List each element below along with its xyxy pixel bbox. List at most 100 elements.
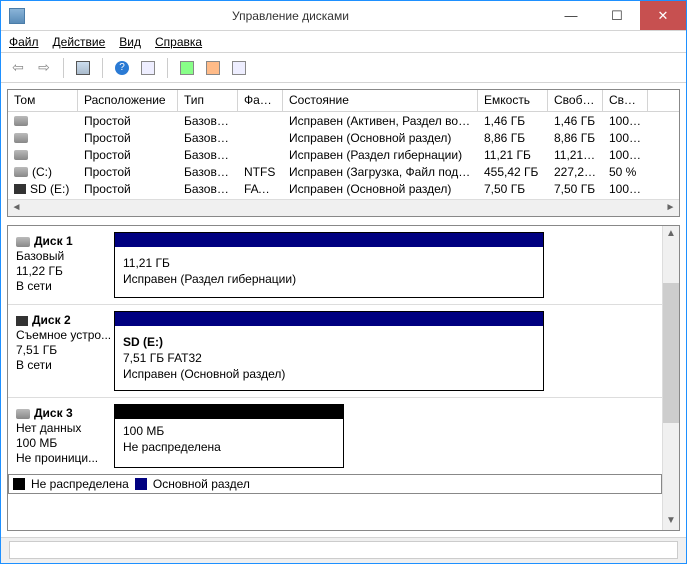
partition[interactable]: SD (E:) 7,51 ГБ FAT32 Исправен (Основной…: [114, 311, 544, 391]
sd-icon: [14, 184, 26, 194]
cell-type: Базовый: [178, 131, 238, 145]
partition[interactable]: 100 МБ Не распределена: [114, 404, 344, 468]
disk-label: Диск 2 Съемное устро... 7,51 ГБ В сети: [14, 311, 114, 391]
cell-capacity: 8,86 ГБ: [478, 131, 548, 145]
legend: Не распределена Основной раздел: [8, 474, 662, 494]
partition-title: SD (E:): [123, 334, 535, 350]
cell-layout: Простой: [78, 131, 178, 145]
partition-status: Не распределена: [123, 439, 335, 455]
forward-button[interactable]: ⇨: [33, 57, 55, 79]
disk-icon: [14, 116, 28, 126]
col-free[interactable]: Свобод...: [548, 90, 603, 111]
table-row[interactable]: (C:)ПростойБазовыйNTFSИсправен (Загрузка…: [8, 163, 679, 180]
legend-label: Не распределена: [31, 477, 129, 491]
disk-row[interactable]: Диск 3 Нет данных 100 МБ Не проиници... …: [8, 398, 662, 474]
refresh-button[interactable]: [176, 57, 198, 79]
cell-layout: Простой: [78, 182, 178, 196]
cell-freepct: 100 %: [603, 148, 648, 162]
cell-free: 8,86 ГБ: [548, 131, 603, 145]
table-row[interactable]: ПростойБазовыйИсправен (Раздел гибернаци…: [8, 146, 679, 163]
partition-status: Исправен (Раздел гибернации): [123, 271, 535, 287]
col-freepct[interactable]: Своб...: [603, 90, 648, 111]
menubar: Файл Действие Вид Справка: [1, 31, 686, 53]
disk-icon: [16, 237, 30, 247]
cell-status: Исправен (Основной раздел): [283, 131, 478, 145]
disk-map: Диск 1 Базовый 11,22 ГБ В сети 11,21 ГБ …: [7, 225, 680, 531]
menu-action[interactable]: Действие: [53, 35, 106, 49]
cell-status: Исправен (Активен, Раздел восс...: [283, 114, 478, 128]
maximize-button[interactable]: ☐: [594, 1, 640, 30]
list-button[interactable]: [228, 57, 250, 79]
cell-volume: SD (E:): [8, 182, 78, 196]
col-layout[interactable]: Расположение: [78, 90, 178, 111]
disk-icon: [16, 409, 30, 419]
sd-icon: [16, 316, 28, 326]
partition-status: Исправен (Основной раздел): [123, 366, 535, 382]
cell-capacity: 455,42 ГБ: [478, 165, 548, 179]
cell-volume: (C:): [8, 165, 78, 179]
cell-type: Базовый: [178, 114, 238, 128]
settings-button[interactable]: [202, 57, 224, 79]
cell-capacity: 1,46 ГБ: [478, 114, 548, 128]
minimize-button[interactable]: —: [548, 1, 594, 30]
cell-free: 1,46 ГБ: [548, 114, 603, 128]
cell-layout: Простой: [78, 165, 178, 179]
menu-help[interactable]: Справка: [155, 35, 202, 49]
cell-freepct: 100 %: [603, 114, 648, 128]
cell-free: 11,21 ГБ: [548, 148, 603, 162]
partition-header: [115, 405, 343, 419]
legend-swatch-unallocated: [13, 478, 25, 490]
cell-freepct: 100 %: [603, 131, 648, 145]
partition[interactable]: 11,21 ГБ Исправен (Раздел гибернации): [114, 232, 544, 298]
disk-icon: [14, 167, 28, 177]
col-type[interactable]: Тип: [178, 90, 238, 111]
view-button[interactable]: [72, 57, 94, 79]
cell-status: Исправен (Основной раздел): [283, 182, 478, 196]
close-button[interactable]: ✕: [640, 1, 686, 30]
cell-volume: [8, 114, 78, 128]
cell-layout: Простой: [78, 114, 178, 128]
table-row[interactable]: ПростойБазовый Исправен (Активен, Раздел …: [8, 112, 679, 129]
cell-capacity: 7,50 ГБ: [478, 182, 548, 196]
cell-volume: [8, 148, 78, 162]
app-icon: [9, 8, 25, 24]
disk-label: Диск 3 Нет данных 100 МБ Не проиници...: [14, 404, 114, 468]
vertical-scrollbar[interactable]: ▲ ▼: [662, 226, 679, 530]
cell-freepct: 100 %: [603, 182, 648, 196]
col-volume[interactable]: Том: [8, 90, 78, 111]
partition-size: 100 МБ: [123, 423, 335, 439]
statusbar: [1, 537, 686, 563]
cell-type: Базовый: [178, 165, 238, 179]
help-button[interactable]: ?: [111, 57, 133, 79]
legend-label: Основной раздел: [153, 477, 250, 491]
properties-button[interactable]: [137, 57, 159, 79]
toolbar: ⇦ ⇨ ?: [1, 53, 686, 83]
column-headers: Том Расположение Тип Фай... Состояние Ем…: [8, 90, 679, 112]
cell-volume: [8, 131, 78, 145]
cell-capacity: 11,21 ГБ: [478, 148, 548, 162]
horizontal-scrollbar[interactable]: ◄►: [8, 199, 679, 216]
partition-header: [115, 312, 543, 326]
menu-file[interactable]: Файл: [9, 35, 39, 49]
cell-freepct: 50 %: [603, 165, 648, 179]
disk-icon: [14, 150, 28, 160]
back-button[interactable]: ⇦: [7, 57, 29, 79]
col-filesystem[interactable]: Фай...: [238, 90, 283, 111]
table-row[interactable]: SD (E:)ПростойБазовыйFAT32Исправен (Осно…: [8, 180, 679, 197]
col-capacity[interactable]: Емкость: [478, 90, 548, 111]
cell-layout: Простой: [78, 148, 178, 162]
cell-status: Исправен (Загрузка, Файл подка...: [283, 165, 478, 179]
disk-icon: [14, 133, 28, 143]
disk-row[interactable]: Диск 2 Съемное устро... 7,51 ГБ В сети S…: [8, 305, 662, 398]
table-row[interactable]: ПростойБазовый Исправен (Основной раздел)…: [8, 129, 679, 146]
disk-row[interactable]: Диск 1 Базовый 11,22 ГБ В сети 11,21 ГБ …: [8, 226, 662, 305]
cell-filesystem: FAT32: [238, 182, 283, 196]
window-title: Управление дисками: [33, 9, 548, 23]
col-status[interactable]: Состояние: [283, 90, 478, 111]
menu-view[interactable]: Вид: [119, 35, 141, 49]
cell-type: Базовый: [178, 182, 238, 196]
volume-list: Том Расположение Тип Фай... Состояние Ем…: [7, 89, 680, 217]
partition-size: 7,51 ГБ FAT32: [123, 350, 535, 366]
cell-filesystem: NTFS: [238, 165, 283, 179]
legend-swatch-primary: [135, 478, 147, 490]
